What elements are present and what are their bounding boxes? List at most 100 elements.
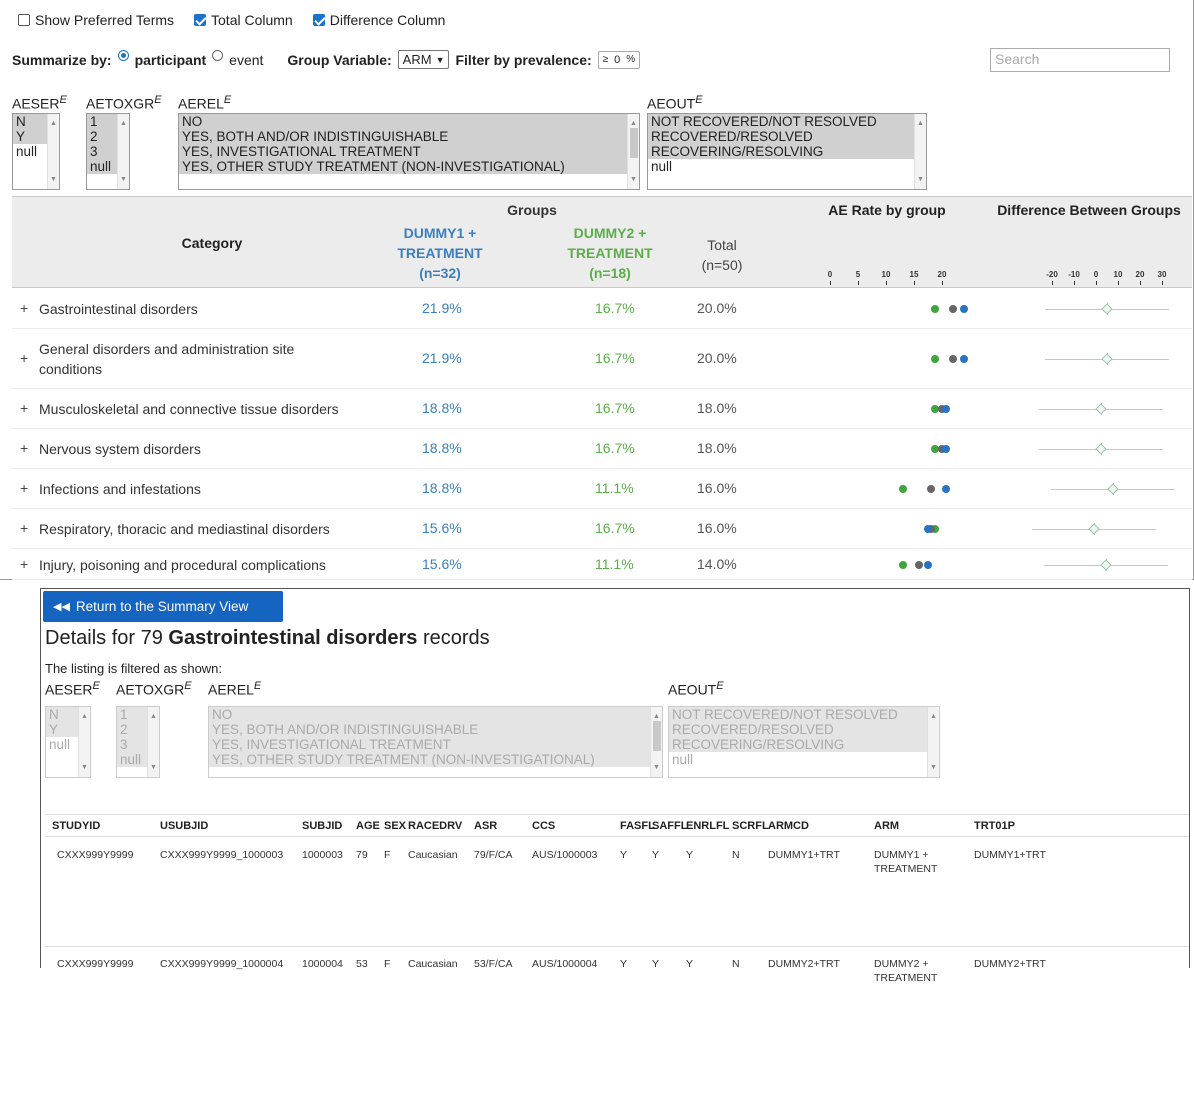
list-item[interactable]: RECOVERING/RESOLVING	[648, 144, 926, 159]
list-item[interactable]: NO	[179, 114, 639, 129]
listing-cell: CXXX999Y9999_1000004	[160, 958, 284, 970]
search-input[interactable]: Search	[990, 48, 1170, 72]
scroll-up-icon[interactable]: ▲	[120, 116, 127, 131]
scrollbar[interactable]: ▲ ▼	[627, 114, 639, 189]
expand-icon[interactable]: +	[20, 400, 28, 416]
table-row[interactable]: + Nervous system disorders 18.8% 16.7% 18.0%	[12, 429, 1192, 469]
listing-column-header[interactable]: ARM	[874, 820, 899, 832]
list-item[interactable]: RECOVERED/RESOLVED	[648, 129, 926, 144]
scroll-thumb[interactable]	[630, 128, 638, 158]
listing-column-header[interactable]: ARMCD	[768, 820, 809, 832]
difference-point[interactable]	[1101, 353, 1114, 365]
checkbox-checked[interactable]	[312, 14, 325, 26]
prevalence-input[interactable]: ≥0%	[597, 50, 641, 69]
group1-rate-dot[interactable]	[959, 355, 968, 363]
list-item[interactable]: YES, BOTH AND/OR INDISTINGUISHABLE	[179, 129, 639, 144]
checkbox-checked[interactable]	[194, 14, 207, 26]
listing-cell: DUMMY2+TRT	[974, 958, 1046, 970]
list-item[interactable]: NOT RECOVERED/NOT RESOLVED	[648, 114, 926, 129]
listing-column-header[interactable]: SUBJID	[302, 820, 342, 832]
aerel-listbox[interactable]: NO YES, BOTH AND/OR INDISTINGUISHABLE YE…	[178, 113, 640, 190]
aeser-listbox[interactable]: N Y null ▲ ▼	[12, 113, 60, 190]
group1-rate-dot[interactable]	[942, 485, 951, 493]
group2-rate-dot[interactable]	[930, 305, 939, 313]
list-item[interactable]: YES, INVESTIGATIONAL TREATMENT	[179, 144, 639, 159]
listing-column-header[interactable]: STUDYID	[52, 820, 100, 832]
difference-point[interactable]	[1101, 303, 1114, 315]
scrollbar[interactable]: ▲ ▼	[117, 114, 129, 189]
total-rate: 16.0%	[697, 480, 737, 496]
total-header[interactable]: Total (n=50)	[682, 235, 762, 275]
group1-rate-dot[interactable]	[924, 560, 933, 569]
title-category: Gastrointestinal disorders	[168, 627, 418, 649]
difference-point[interactable]	[1094, 403, 1107, 415]
expand-icon[interactable]: +	[20, 300, 28, 316]
expand-icon[interactable]: +	[20, 556, 28, 572]
group2-rate-dot[interactable]	[899, 485, 908, 493]
category-label: Gastrointestinal disorders	[39, 301, 198, 317]
aeout-sup: E	[695, 94, 703, 106]
listing-column-header[interactable]: SCRFL	[732, 820, 769, 832]
group1-rate-dot[interactable]	[942, 405, 951, 413]
expand-icon[interactable]: +	[20, 480, 28, 496]
group2-header[interactable]: DUMMY2 + TREATMENT (n=18)	[540, 223, 680, 283]
scroll-down-icon[interactable]: ▼	[917, 172, 924, 187]
difference-point[interactable]	[1107, 483, 1119, 495]
listing-column-header[interactable]: ASR	[474, 820, 497, 832]
table-row[interactable]: + Infections and infestations 18.8% 11.1% 16…	[12, 469, 1192, 509]
difference-point[interactable]	[1100, 558, 1112, 571]
difference-point[interactable]	[1094, 443, 1107, 455]
group1-rate-dot[interactable]	[959, 305, 968, 313]
total-column-checkbox[interactable]: Total Column	[194, 12, 293, 28]
group-variable-select[interactable]: ARM ▼	[397, 50, 450, 69]
expand-icon[interactable]: +	[20, 350, 28, 366]
listing-column-header[interactable]: TRT01P	[974, 820, 1015, 832]
difference-point[interactable]	[1087, 523, 1100, 535]
scroll-up-icon: ▲	[150, 713, 157, 720]
scroll-up-icon[interactable]: ▲	[50, 116, 57, 131]
aeout-listbox[interactable]: NOT RECOVERED/NOT RESOLVED RECOVERED/RES…	[647, 113, 927, 190]
table-row[interactable]: + Respiratory, thoracic and mediastinal d…	[12, 509, 1192, 549]
table-row[interactable]: + Gastrointestinal disorders 21.9% 16.7% 20.…	[12, 289, 1192, 329]
listing-column-header[interactable]: RACEDRV	[408, 820, 462, 832]
aerel-filter-label: AERELE	[208, 680, 261, 698]
listing-column-header[interactable]: ENRLFL	[686, 820, 729, 832]
show-preferred-terms-checkbox[interactable]: Show Preferred Terms	[18, 12, 174, 28]
checkbox-unchecked[interactable]	[18, 14, 30, 26]
total-rate-dot[interactable]	[949, 305, 957, 313]
table-row[interactable]: + General disorders and administration si…	[12, 329, 1192, 389]
scroll-up-icon[interactable]: ▲	[917, 116, 924, 131]
scroll-down-icon[interactable]: ▼	[120, 172, 127, 187]
listing-column-header[interactable]: USUBJID	[160, 820, 208, 832]
total-rate-dot[interactable]	[915, 560, 924, 569]
column-options: Show Preferred Terms Total Column Differ…	[18, 12, 445, 28]
group1-rate-dot[interactable]	[942, 445, 951, 453]
group1-header[interactable]: DUMMY1 + TREATMENT (n=32)	[370, 223, 510, 283]
list-item[interactable]: null	[648, 159, 926, 174]
table-row[interactable]: + Musculoskeletal and connective tissue d…	[12, 389, 1192, 429]
scrollbar[interactable]: ▲ ▼	[914, 114, 926, 189]
expand-icon[interactable]: +	[20, 520, 28, 536]
event-radio[interactable]	[212, 50, 224, 61]
return-summary-button[interactable]: ◀◀ Return to the Summary View	[43, 591, 283, 622]
aetoxgr-listbox[interactable]: 1 2 3 null ▲ ▼	[86, 113, 130, 190]
table-row[interactable]: + Injury, poisoning and procedural compli…	[12, 549, 1192, 580]
total-rate-dot[interactable]	[949, 355, 957, 363]
scroll-down-icon[interactable]: ▼	[630, 172, 637, 187]
aerel-listbox-readonly: NO YES, BOTH AND/OR INDISTINGUISHABLE YE…	[208, 706, 663, 778]
total-rate-dot[interactable]	[926, 485, 935, 493]
listing-column-header[interactable]: FASFL	[620, 820, 655, 832]
listing-column-header[interactable]: AGE	[356, 820, 380, 832]
group2-rate-dot[interactable]	[930, 355, 939, 363]
category-label: Musculoskeletal and connective tissue di…	[39, 401, 339, 417]
difference-column-checkbox[interactable]: Difference Column	[312, 12, 445, 28]
group2-rate-dot[interactable]	[899, 560, 908, 569]
listing-column-header[interactable]: SEX	[384, 820, 406, 832]
listing-column-header[interactable]: SAFFL	[652, 820, 687, 832]
expand-icon[interactable]: +	[20, 440, 28, 456]
listing-column-header[interactable]: CCS	[532, 820, 555, 832]
scrollbar[interactable]: ▲ ▼	[47, 114, 59, 189]
scroll-down-icon[interactable]: ▼	[50, 172, 57, 187]
list-item[interactable]: YES, OTHER STUDY TREATMENT (NON-INVESTIG…	[179, 159, 639, 174]
participant-radio[interactable]	[117, 50, 129, 61]
